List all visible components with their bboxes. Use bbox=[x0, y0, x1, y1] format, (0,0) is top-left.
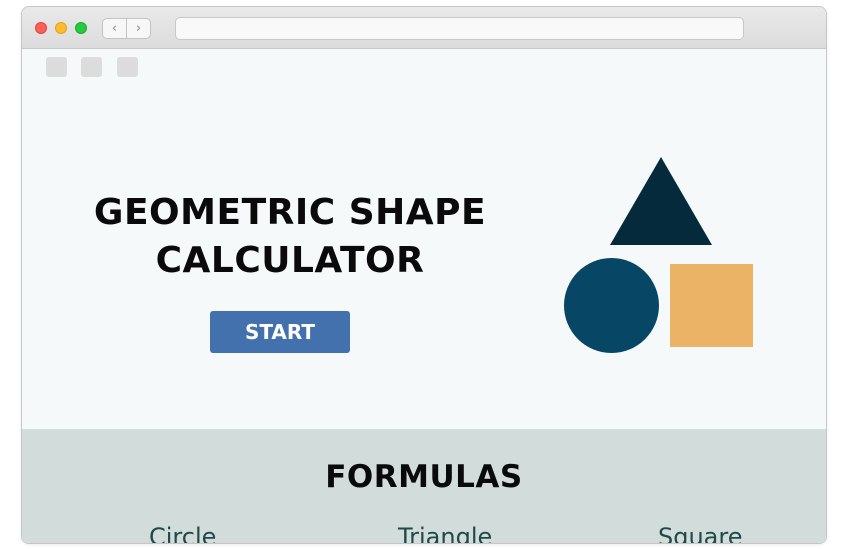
browser-nav-buttons: ‹ › bbox=[102, 18, 151, 39]
browser-titlebar: ‹ › bbox=[22, 7, 826, 49]
browser-window: ‹ › GEOMETRIC SHAPE CALCULATOR START FOR… bbox=[21, 6, 827, 544]
page-title: GEOMETRIC SHAPE CALCULATOR bbox=[93, 192, 487, 281]
formulas-heading: FORMULAS bbox=[325, 459, 523, 495]
placeholder-icon-2 bbox=[81, 57, 102, 77]
formula-label-triangle[interactable]: Triangle bbox=[398, 523, 492, 543]
start-button[interactable]: START bbox=[210, 311, 350, 353]
triangle-shape bbox=[610, 157, 712, 245]
placeholder-icon-1 bbox=[46, 57, 67, 77]
formulas-section: FORMULAS Circle Triangle Square bbox=[22, 429, 826, 543]
page-content: GEOMETRIC SHAPE CALCULATOR START FORMULA… bbox=[22, 49, 826, 543]
chevron-left-icon[interactable]: ‹ bbox=[103, 19, 126, 38]
formula-label-circle[interactable]: Circle bbox=[149, 523, 216, 543]
chevron-right-icon[interactable]: › bbox=[126, 19, 150, 38]
maximize-window-button[interactable] bbox=[75, 22, 87, 34]
square-shape bbox=[670, 264, 753, 347]
close-window-button[interactable] bbox=[35, 22, 47, 34]
circle-shape bbox=[564, 258, 659, 353]
formula-label-square[interactable]: Square bbox=[658, 523, 743, 543]
address-bar[interactable] bbox=[175, 17, 744, 40]
minimize-window-button[interactable] bbox=[55, 22, 67, 34]
placeholder-icon-3 bbox=[117, 57, 138, 77]
